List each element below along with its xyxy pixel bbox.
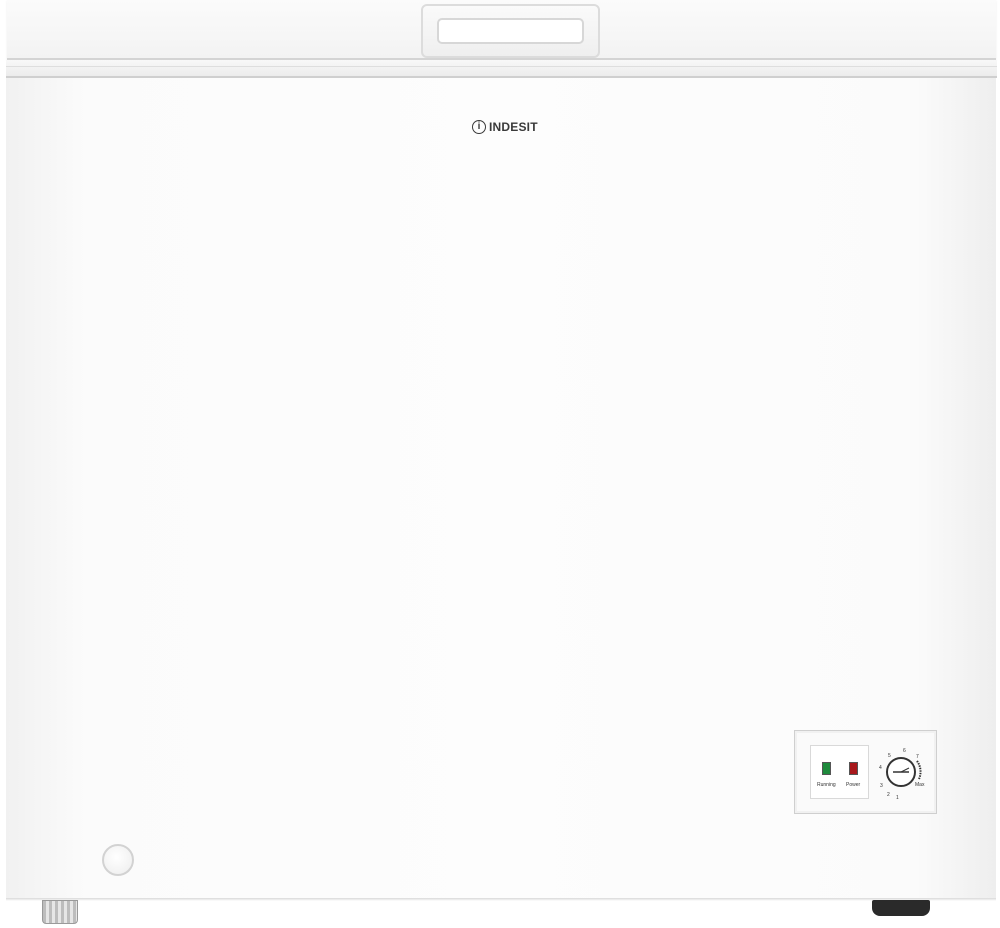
dial-label-2: 2 bbox=[887, 792, 890, 798]
base-shadow bbox=[6, 898, 996, 901]
brand-mark-icon: i bbox=[472, 120, 486, 134]
freezer-cabinet: i INDESIT Running Power 1 2 3 4 5 6 7 Ma… bbox=[6, 78, 996, 900]
dial-label-max: Max bbox=[915, 782, 925, 788]
dial-label-3: 3 bbox=[880, 783, 883, 789]
brand-logo: i INDESIT bbox=[472, 120, 538, 134]
thermostat-dial[interactable]: 1 2 3 4 5 6 7 Max bbox=[879, 739, 935, 805]
drain-plug[interactable] bbox=[102, 844, 134, 876]
lid-seal bbox=[6, 60, 997, 78]
caster-wheel-right bbox=[872, 900, 930, 916]
lid-handle-grip[interactable] bbox=[437, 18, 584, 44]
adjustable-foot-left bbox=[42, 900, 78, 924]
brand-name: INDESIT bbox=[489, 120, 538, 134]
chest-freezer: i INDESIT Running Power 1 2 3 4 5 6 7 Ma… bbox=[0, 0, 1000, 928]
dial-label-4: 4 bbox=[879, 765, 882, 771]
seal-line bbox=[6, 66, 997, 67]
indicator-lights: Running Power bbox=[810, 745, 869, 799]
freezer-lid[interactable] bbox=[7, 0, 996, 60]
running-indicator-light bbox=[822, 762, 831, 775]
dial-label-1: 1 bbox=[896, 795, 899, 801]
power-indicator-light bbox=[849, 762, 858, 775]
dial-label-5: 5 bbox=[888, 753, 891, 759]
running-label: Running bbox=[817, 782, 836, 788]
dial-label-6: 6 bbox=[903, 748, 906, 754]
lid-handle[interactable] bbox=[421, 4, 600, 58]
power-label: Power bbox=[846, 782, 861, 788]
dial-label-7: 7 bbox=[916, 754, 919, 760]
control-panel: Running Power 1 2 3 4 5 6 7 Max bbox=[794, 730, 937, 814]
